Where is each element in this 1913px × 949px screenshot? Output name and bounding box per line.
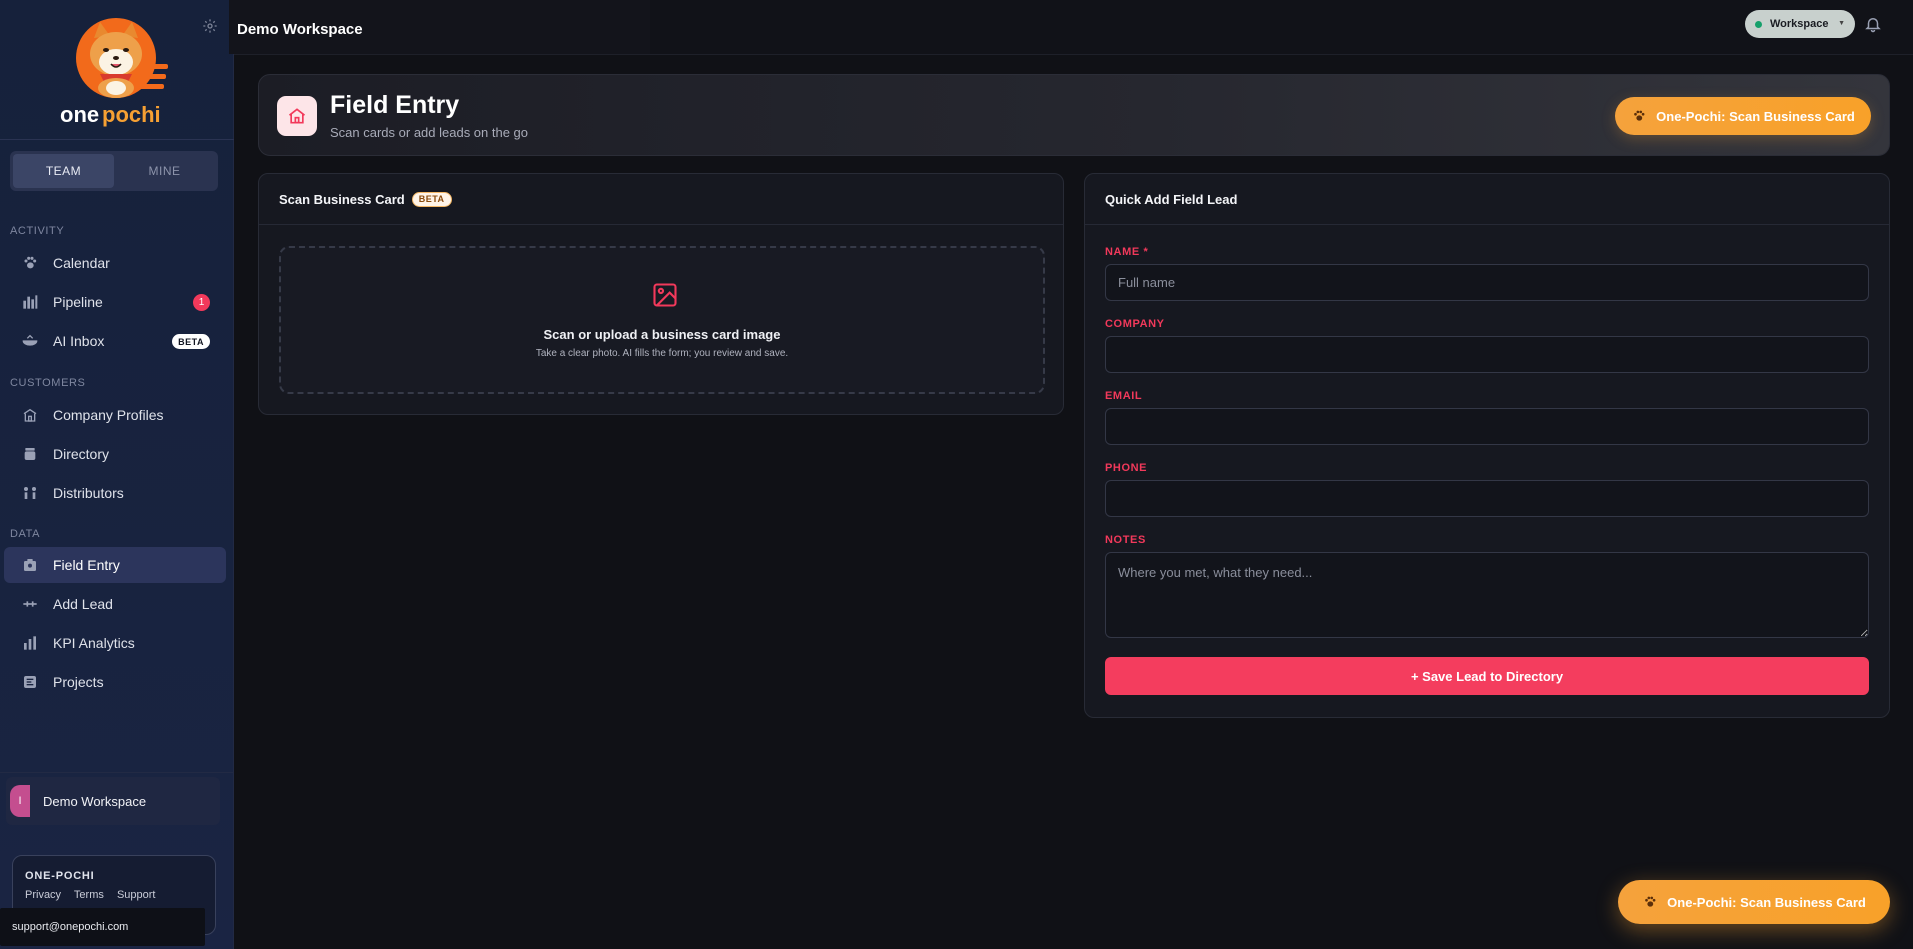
email-field[interactable] <box>1105 408 1869 445</box>
hero-title: Field Entry <box>330 91 460 119</box>
business-card-dropzone[interactable]: Scan or upload a business card image Tak… <box>279 246 1045 394</box>
card-header: Quick Add Field Lead <box>1085 174 1889 225</box>
team-mine-toggle: TEAM MINE <box>10 151 218 191</box>
card-header: Scan Business Card BETA <box>259 174 1063 225</box>
workspace-switcher[interactable]: I Demo Workspace <box>6 777 220 825</box>
building-icon <box>20 405 40 425</box>
support-email-tooltip: support@onepochi.com <box>0 908 205 946</box>
svg-text:pochi: pochi <box>102 102 161 127</box>
field-entry-icon <box>20 555 40 575</box>
shiba-mascot-icon: one pochi <box>60 18 168 127</box>
sidebar-divider <box>0 139 234 140</box>
page-header: Field Entry Scan cards or add leads on t… <box>258 74 1890 156</box>
ai-inbox-beta-badge: BETA <box>172 334 210 349</box>
chevron-down-icon: ▼ <box>1838 20 1845 27</box>
floating-button-label: One-Pochi: Scan Business Card <box>1667 894 1866 910</box>
notes-label: NOTES <box>1105 534 1146 546</box>
distributors-icon <box>20 483 40 503</box>
sidebar-item-label: Field Entry <box>53 557 120 573</box>
pipeline-bars-icon <box>20 292 40 312</box>
sidebar-item-pipeline[interactable]: Pipeline 1 <box>4 284 226 320</box>
scan-button-label: One-Pochi: Scan Business Card <box>1656 108 1855 124</box>
sidebar-item-label: Distributors <box>53 485 124 501</box>
image-icon <box>651 281 679 309</box>
bell-icon[interactable] <box>1864 15 1882 33</box>
paw-icon <box>1631 109 1647 123</box>
sidebar-item-company-profiles[interactable]: Company Profiles <box>4 397 226 433</box>
sidebar-item-field-entry[interactable]: Field Entry <box>4 547 226 583</box>
save-lead-button[interactable]: + Save Lead to Directory <box>1105 657 1869 695</box>
workspace-name: Demo Workspace <box>43 793 147 809</box>
sidebar-item-add-lead[interactable]: Add Lead <box>4 586 226 622</box>
sidebar-item-label: Company Profiles <box>53 407 164 423</box>
quick-add-field-lead-panel: Quick Add Field Lead NAME * COMPANY EMAI… <box>1084 173 1890 718</box>
sidebar-item-directory[interactable]: Directory <box>4 436 226 472</box>
toggle-team[interactable]: TEAM <box>13 154 114 188</box>
avatar: I <box>10 785 30 817</box>
name-label: NAME * <box>1105 246 1149 258</box>
hero-subtitle: Scan cards or add leads on the go <box>330 125 529 140</box>
footer-links: Privacy Terms Support <box>25 889 165 901</box>
sidebar-item-ai-inbox[interactable]: AI Inbox BETA <box>4 323 226 359</box>
footer-brand: ONE-POCHI <box>25 870 95 882</box>
section-label-activity: ACTIVITY <box>10 225 65 237</box>
terms-link[interactable]: Terms <box>74 889 104 901</box>
floating-scan-business-card-button[interactable]: One-Pochi: Scan Business Card <box>1618 880 1890 924</box>
sidebar-item-kpi-analytics[interactable]: KPI Analytics <box>4 625 226 661</box>
toggle-mine[interactable]: MINE <box>114 154 215 188</box>
gear-icon[interactable] <box>202 18 218 34</box>
home-icon <box>277 96 317 136</box>
scan-business-card-panel: Scan Business Card BETA Scan or upload a… <box>258 173 1064 415</box>
sidebar-item-label: AI Inbox <box>53 333 105 349</box>
onepochi-logo[interactable]: one pochi <box>56 14 176 130</box>
dropzone-subtitle: Take a clear photo. AI fills the form; y… <box>535 348 789 359</box>
sidebar-item-label: Directory <box>53 446 110 462</box>
paw-icon <box>20 253 40 273</box>
directory-jar-icon <box>20 444 40 464</box>
inbox-bowl-icon <box>20 331 40 351</box>
sidebar-divider <box>0 772 234 773</box>
bar-chart-icon <box>20 633 40 653</box>
paw-icon <box>1642 895 1658 909</box>
notes-field[interactable] <box>1105 552 1869 638</box>
add-lead-icon <box>20 594 40 614</box>
scan-business-card-button[interactable]: One-Pochi: Scan Business Card <box>1615 97 1871 135</box>
beta-badge: BETA <box>411 191 452 207</box>
page-title: Demo Workspace <box>237 21 363 38</box>
sidebar-item-calendar[interactable]: Calendar <box>4 245 226 281</box>
support-link[interactable]: Support <box>117 889 156 901</box>
sidebar-item-projects[interactable]: Projects <box>4 664 226 700</box>
svg-text:one: one <box>60 102 99 127</box>
phone-label: PHONE <box>1105 462 1148 474</box>
company-field[interactable] <box>1105 336 1869 373</box>
card-title: Quick Add Field Lead <box>1105 191 1238 207</box>
phone-field[interactable] <box>1105 480 1869 517</box>
company-label: COMPANY <box>1105 318 1165 330</box>
dropzone-title: Scan or upload a business card image <box>543 327 781 342</box>
sidebar-item-label: KPI Analytics <box>53 635 135 651</box>
workspace-pill-label: Workspace <box>1770 18 1829 30</box>
sidebar-item-label: Projects <box>53 674 104 690</box>
email-label: EMAIL <box>1105 390 1143 402</box>
section-label-data: DATA <box>10 528 41 540</box>
sidebar-item-label: Calendar <box>53 255 110 271</box>
name-field[interactable] <box>1105 264 1869 301</box>
section-label-customers: CUSTOMERS <box>10 377 86 389</box>
workspace-dropdown[interactable]: Workspace ▼ <box>1745 10 1855 38</box>
sidebar-item-label: Pipeline <box>53 294 103 310</box>
sidebar-item-label: Add Lead <box>53 596 113 612</box>
sidebar-item-distributors[interactable]: Distributors <box>4 475 226 511</box>
status-dot-icon <box>1755 20 1762 28</box>
sidebar: one pochi TEAM MINE ACTIVITY Calendar Pi… <box>0 0 234 949</box>
card-title: Scan Business Card <box>279 191 405 207</box>
projects-list-icon <box>20 672 40 692</box>
pipeline-count-badge: 1 <box>193 294 210 311</box>
privacy-link[interactable]: Privacy <box>25 889 61 901</box>
